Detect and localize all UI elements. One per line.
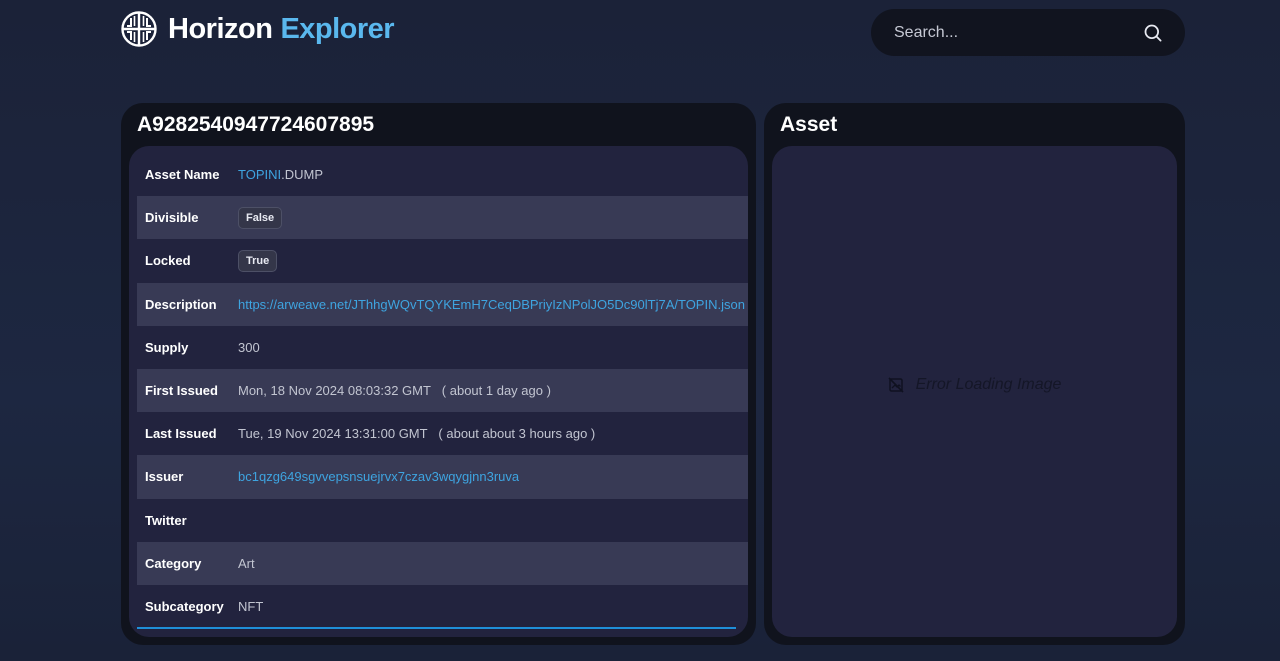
row-label: Issuer xyxy=(145,469,184,485)
row-issuer: Issuer bc1qzg649sgvvepsnsuejrvx7czav3wqy… xyxy=(137,455,748,499)
asset-name-link[interactable]: TOPINI xyxy=(238,167,281,182)
row-divisible: Divisible False xyxy=(137,196,748,240)
supply-value: 300 xyxy=(238,339,260,355)
asset-details-card[interactable]: Asset Name TOPINI.DUMP Divisible False L… xyxy=(129,146,748,637)
row-locked: Locked True xyxy=(137,239,748,282)
asset-id-title: A9282540947724607895 xyxy=(137,113,375,136)
brand-title: Horizon Explorer xyxy=(168,12,395,46)
row-label: First Issued xyxy=(145,383,218,399)
broken-image-icon xyxy=(887,377,904,393)
brand-word-explorer: Explorer xyxy=(280,12,395,45)
row-asset-name: Asset Name TOPINI.DUMP xyxy=(137,153,748,196)
row-label: Description xyxy=(145,296,217,312)
row-last-issued: Last Issued Tue, 19 Nov 2024 13:31:00 GM… xyxy=(137,412,748,455)
row-label: Supply xyxy=(145,339,189,355)
last-issued-date: Tue, 19 Nov 2024 13:31:00 GMT xyxy=(238,426,428,442)
row-label: Asset Name xyxy=(145,167,220,183)
search-input[interactable] xyxy=(894,23,1143,42)
row-label: Twitter xyxy=(145,512,187,528)
image-error: Error Loading Image xyxy=(772,376,1177,394)
asset-image-container: Error Loading Image xyxy=(772,146,1177,637)
asset-name-value: TOPINI.DUMP xyxy=(238,167,323,182)
locked-badge: True xyxy=(238,249,278,272)
search-bar xyxy=(871,9,1185,56)
row-category: Category Art xyxy=(137,541,748,585)
brand-word-horizon: Horizon xyxy=(168,12,273,45)
horizon-logo-icon xyxy=(121,11,157,47)
row-label: Divisible xyxy=(145,210,199,226)
asset-image-panel: Asset Error Loading Image xyxy=(764,103,1185,645)
row-label: Category xyxy=(145,555,202,571)
issuer-link[interactable]: bc1qzg649sgvvepsnsuejrvx7czav3wqygjnn3ru… xyxy=(238,469,519,484)
row-description: Description https://arweave.net/JThhgWQv… xyxy=(137,282,748,326)
subcategory-value: NFT xyxy=(238,598,264,614)
description-link[interactable]: https://arweave.net/JThhgWQvTQYKEmH7CeqD… xyxy=(238,297,745,312)
last-issued-relative: ( about about 3 hours ago ) xyxy=(438,426,596,442)
row-label: Subcategory xyxy=(145,598,224,614)
asset-details-panel: A9282540947724607895 Asset Name TOPINI.D… xyxy=(121,103,756,645)
brand-logo[interactable]: Horizon Explorer xyxy=(120,10,395,48)
last-issued-value: Tue, 19 Nov 2024 13:31:00 GMT ( about ab… xyxy=(238,426,595,441)
category-value: Art xyxy=(238,555,255,571)
row-label: Locked xyxy=(145,253,191,269)
asset-details-table: Asset Name TOPINI.DUMP Divisible False L… xyxy=(137,153,748,637)
row-subcategory: Subcategory NFT xyxy=(137,585,748,628)
first-issued-relative: ( about 1 day ago ) xyxy=(441,383,551,399)
search-icon[interactable] xyxy=(1143,23,1163,43)
asset-panel-title: Asset xyxy=(780,113,838,136)
asset-name-suffix: .DUMP xyxy=(281,167,323,183)
row-label: Last Issued xyxy=(145,426,217,442)
row-twitter: Twitter xyxy=(137,499,748,542)
first-issued-date: Mon, 18 Nov 2024 08:03:32 GMT xyxy=(238,383,431,399)
horizontal-scrollbar[interactable] xyxy=(137,627,736,629)
divisible-badge: False xyxy=(238,206,283,229)
row-supply: Supply 300 xyxy=(137,326,748,369)
first-issued-value: Mon, 18 Nov 2024 08:03:32 GMT ( about 1 … xyxy=(238,383,551,398)
error-loading-image-text: Error Loading Image xyxy=(915,376,1062,393)
row-first-issued: First Issued Mon, 18 Nov 2024 08:03:32 G… xyxy=(137,368,748,413)
